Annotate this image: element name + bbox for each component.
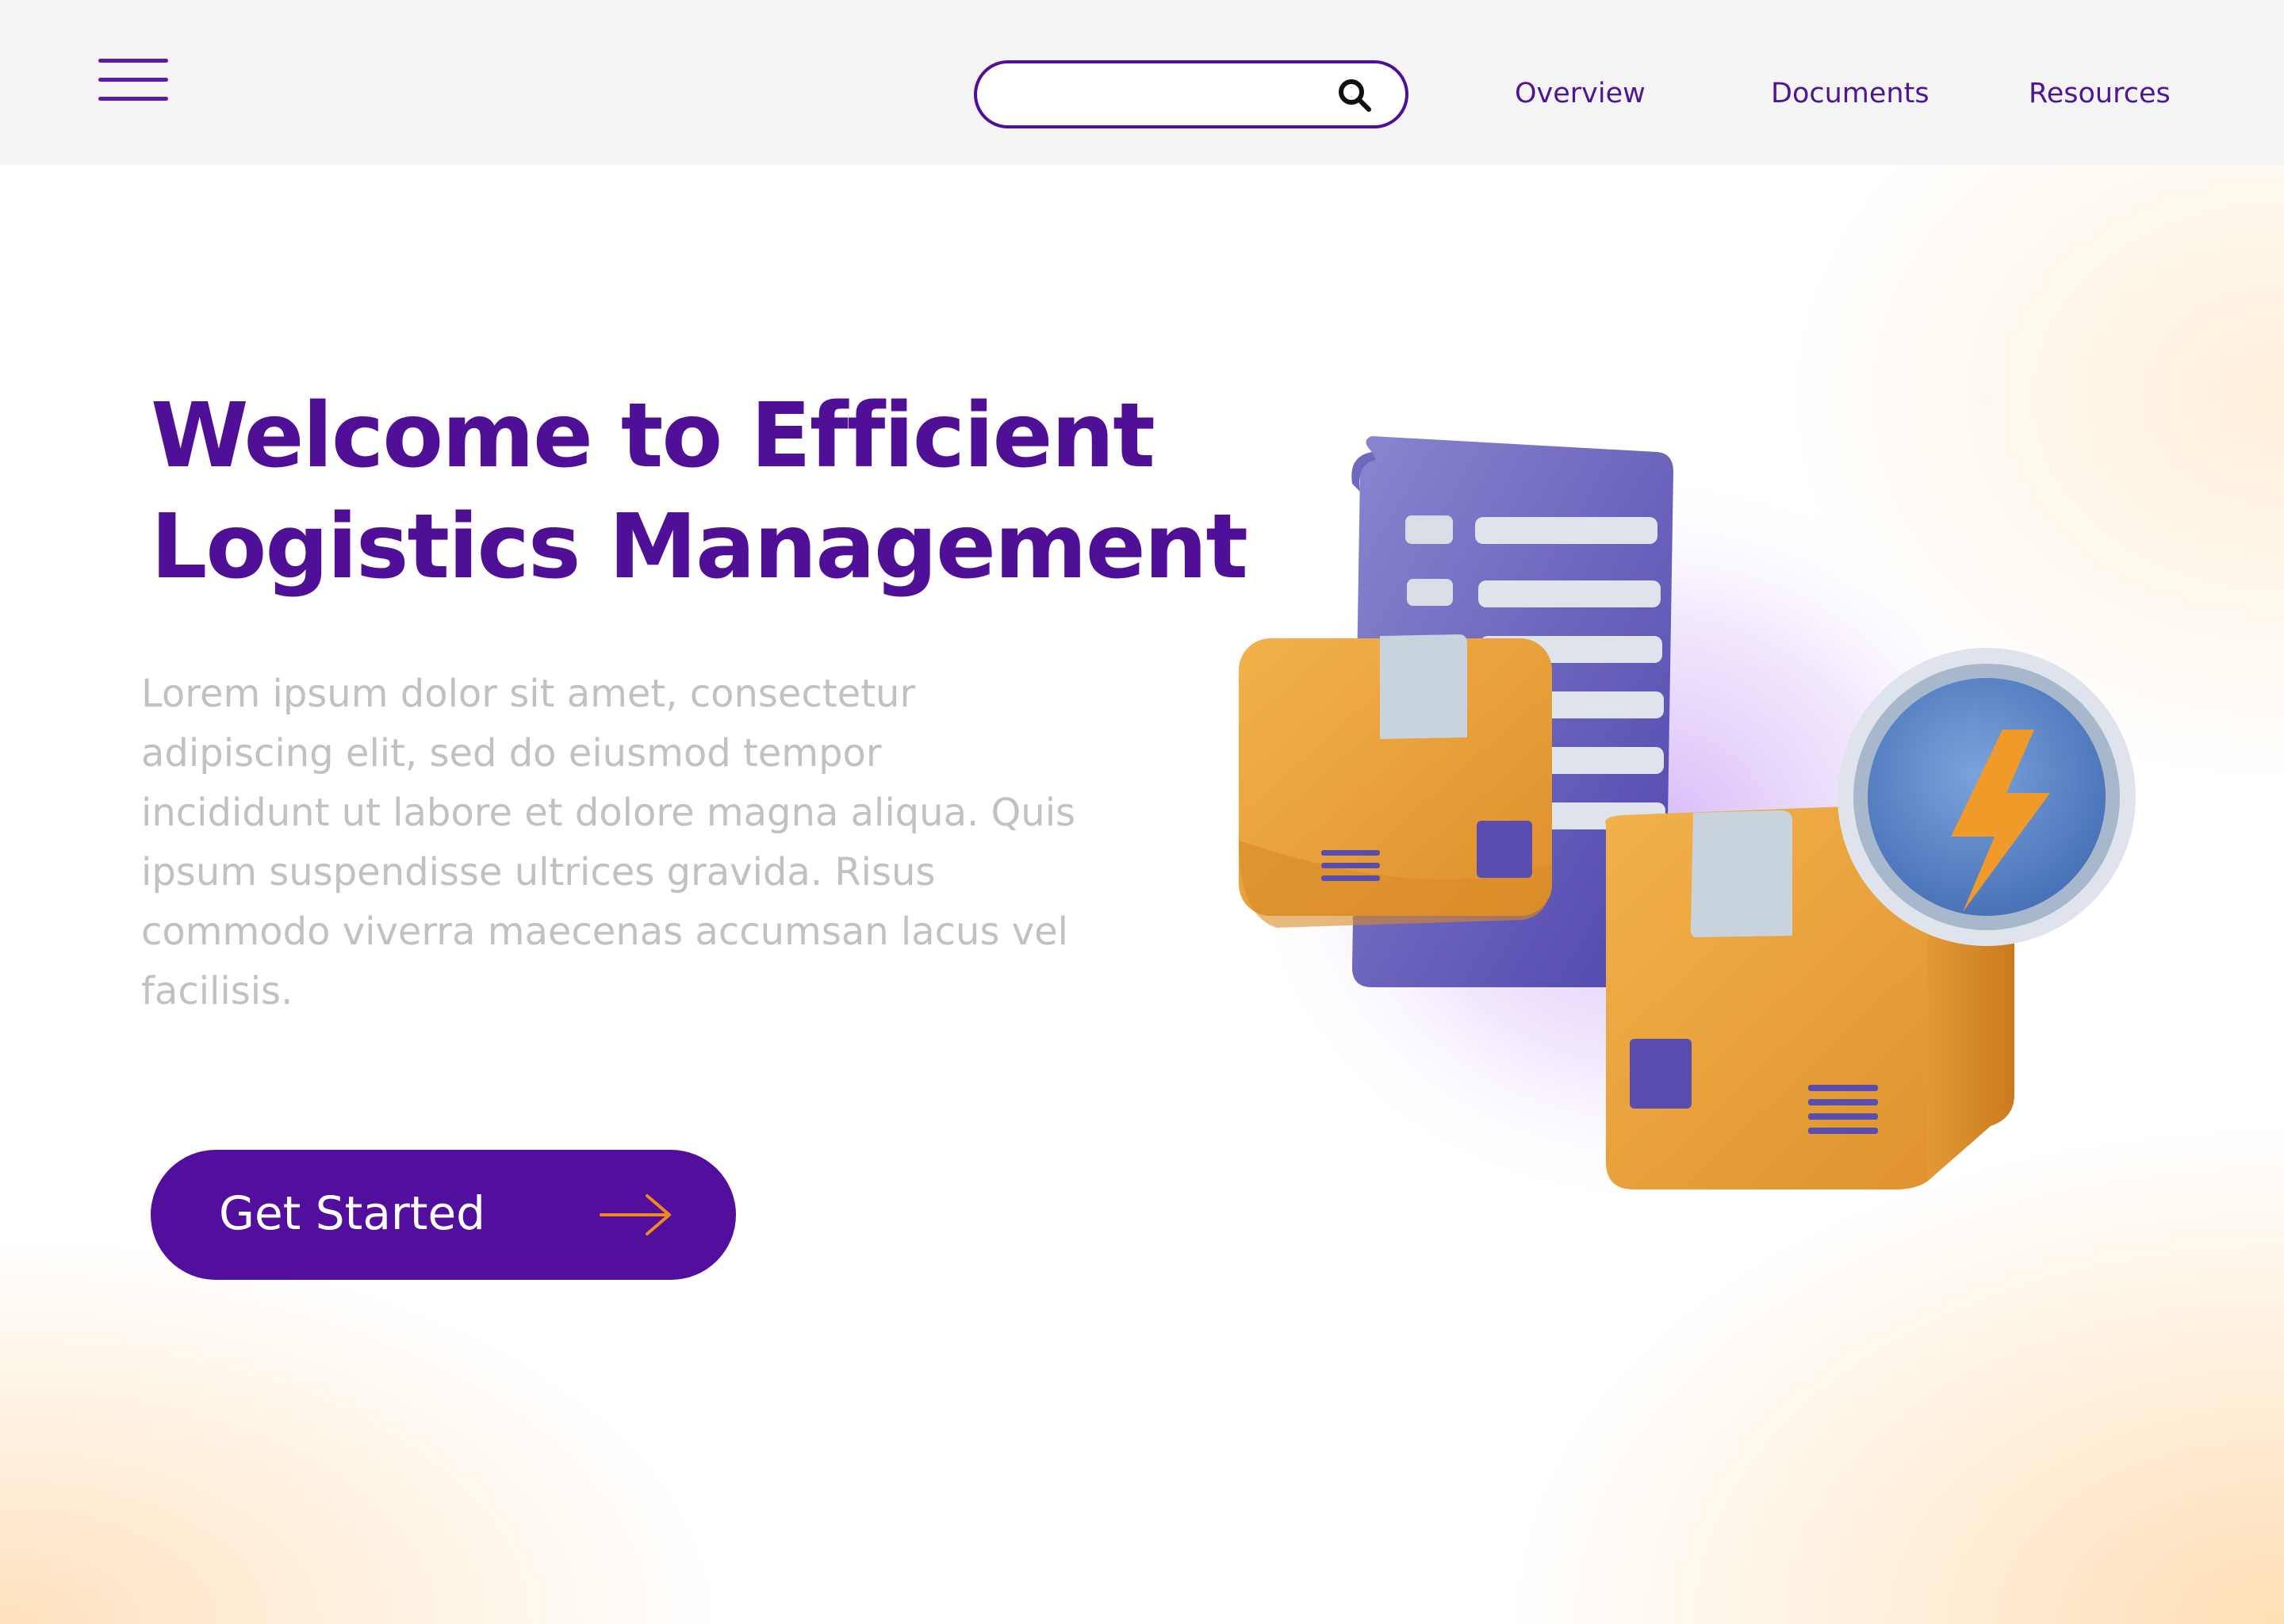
hero-title-line-2: Logistics Management	[151, 496, 1248, 599]
menu-line	[98, 59, 168, 63]
search-icon[interactable]	[1336, 76, 1374, 114]
description-line: Lorem ipsum dolor sit amet, consectetur	[141, 672, 916, 716]
menu-line	[98, 97, 168, 101]
hamburger-menu-icon[interactable]	[98, 56, 168, 105]
logistics-illustration	[1237, 436, 2136, 1213]
nav-link-overview[interactable]: Overview	[1515, 78, 1646, 109]
menu-line	[98, 78, 168, 82]
description-line: adipiscing elit, sed do eiusmod tempor	[141, 731, 882, 776]
nav-link-resources[interactable]: Resources	[2029, 78, 2171, 109]
nav-link-documents[interactable]: Documents	[1771, 78, 1930, 109]
get-started-label: Get Started	[219, 1186, 485, 1240]
description-line: incididunt ut labore et dolore magna ali…	[141, 791, 1076, 835]
description-line: commodo viverra maecenas accumsan lacus …	[141, 910, 1069, 954]
hero-description: Lorem ipsum dolor sit amet, consectetur …	[141, 665, 1172, 1021]
arrow-right-icon	[600, 1194, 671, 1235]
lightning-coin-icon	[1838, 648, 2136, 946]
description-line: facilisis.	[141, 969, 293, 1013]
package-box-icon	[1239, 634, 1552, 928]
hero-title-line-1: Welcome to Efficient	[151, 385, 1155, 488]
get-started-button[interactable]: Get Started	[151, 1150, 736, 1280]
description-line: ipsum suspendisse ultrices gravida. Risu…	[141, 850, 936, 894]
search-bar	[974, 60, 1408, 128]
search-input[interactable]	[1006, 75, 1342, 116]
top-navigation-bar: Overview Documents Resources	[0, 0, 2284, 165]
hero-title: Welcome to Efficient Logistics Managemen…	[151, 381, 1301, 603]
